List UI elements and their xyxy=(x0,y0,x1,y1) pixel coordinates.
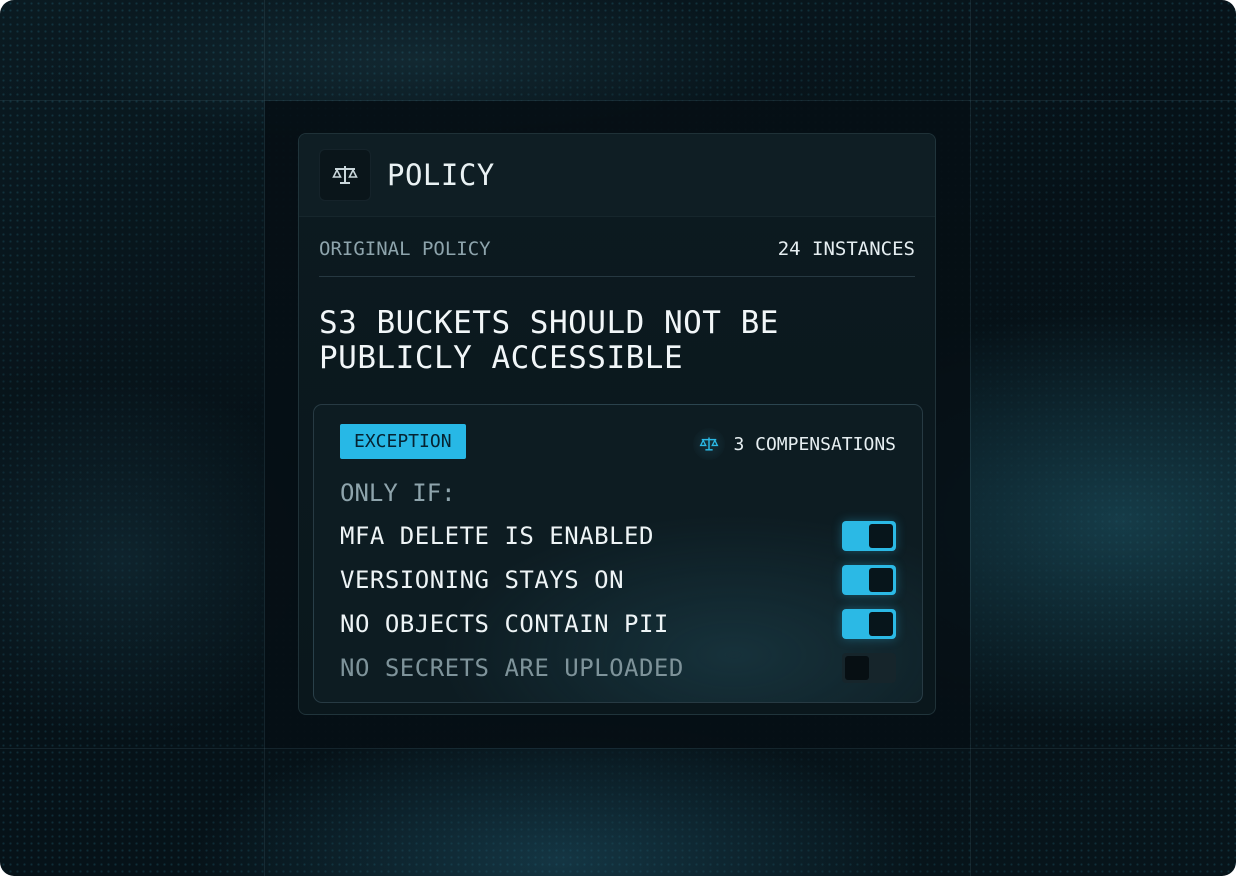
condition-toggle[interactable] xyxy=(842,653,896,683)
only-if-label: ONLY IF: xyxy=(340,479,456,507)
toggle-knob xyxy=(869,524,893,548)
condition-label: MFA DELETE IS ENABLED xyxy=(340,522,654,550)
scale-icon xyxy=(319,149,371,201)
exception-panel: EXCEPTION 3 COMPENSATIONS ONLY IF: MFA D… xyxy=(313,404,923,703)
scale-icon xyxy=(693,428,726,460)
policy-title: S3 BUCKETS SHOULD NOT BE PUBLICLY ACCESS… xyxy=(319,305,779,376)
card-header: POLICY xyxy=(299,134,935,217)
condition-label: NO SECRETS ARE UPLOADED xyxy=(340,654,684,682)
toggle-knob xyxy=(869,612,893,636)
condition-toggle[interactable] xyxy=(842,521,896,551)
grid-line xyxy=(0,748,1236,749)
condition-row: VERSIONING STAYS ON xyxy=(340,562,896,598)
condition-row: NO SECRETS ARE UPLOADED xyxy=(340,650,896,686)
instances-count: 24 INSTANCES xyxy=(777,238,915,260)
condition-toggle[interactable] xyxy=(842,609,896,639)
background-canvas: POLICY ORIGINAL POLICY 24 INSTANCES S3 B… xyxy=(0,0,1236,876)
condition-row: NO OBJECTS CONTAIN PII xyxy=(340,606,896,642)
compensations-label: 3 COMPENSATIONS xyxy=(733,433,896,455)
page-title: POLICY xyxy=(387,158,495,192)
original-policy-label: ORIGINAL POLICY xyxy=(319,238,491,260)
toggle-knob xyxy=(869,568,893,592)
policy-card: POLICY ORIGINAL POLICY 24 INSTANCES S3 B… xyxy=(298,133,936,715)
exception-badge: EXCEPTION xyxy=(340,424,466,459)
compensations-indicator: 3 COMPENSATIONS xyxy=(693,428,896,460)
policy-meta-row: ORIGINAL POLICY 24 INSTANCES xyxy=(319,238,915,277)
condition-label: VERSIONING STAYS ON xyxy=(340,566,625,594)
condition-row: MFA DELETE IS ENABLED xyxy=(340,518,896,554)
toggle-knob xyxy=(845,656,869,680)
condition-label: NO OBJECTS CONTAIN PII xyxy=(340,610,669,638)
condition-toggle[interactable] xyxy=(842,565,896,595)
grid-line xyxy=(970,0,971,876)
